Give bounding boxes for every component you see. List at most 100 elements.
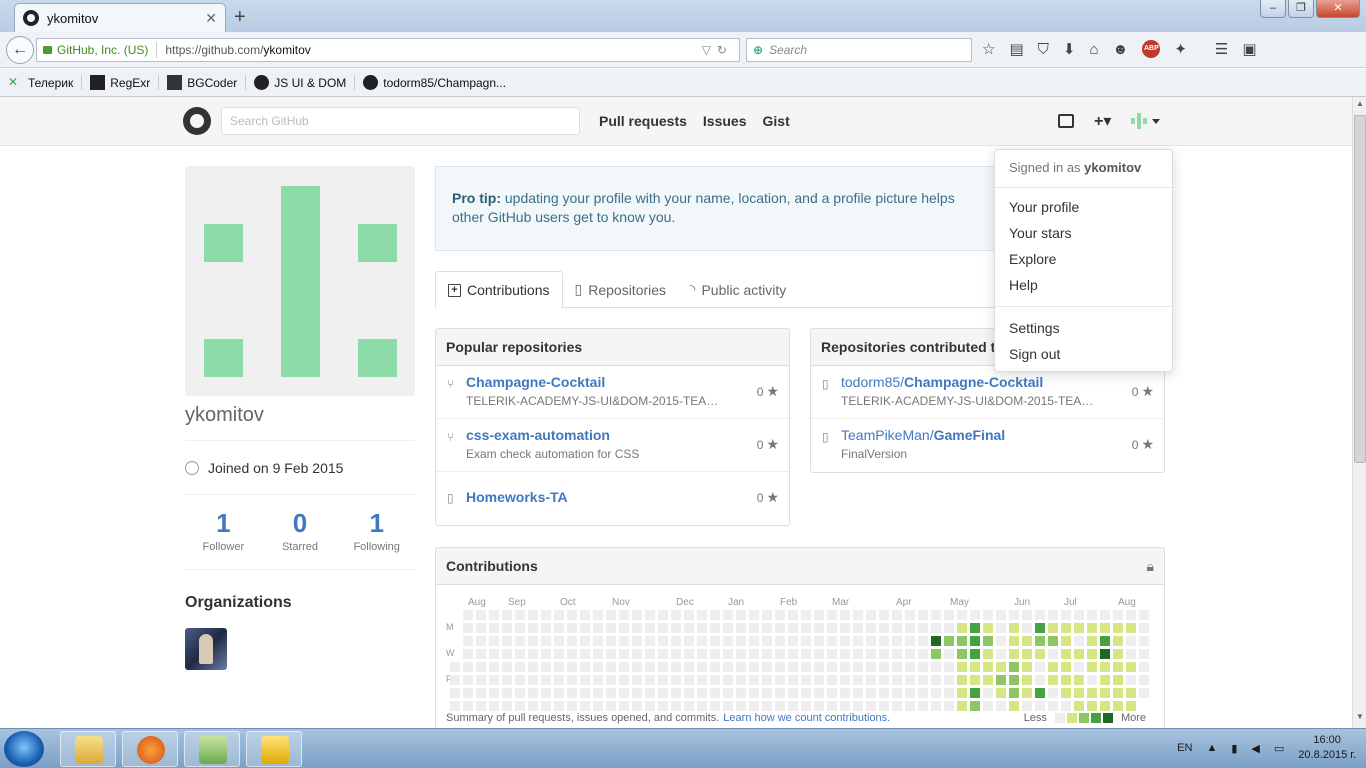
calendar-day-cell[interactable]: [1022, 610, 1032, 620]
calendar-day-cell[interactable]: [749, 610, 759, 620]
calendar-day-cell[interactable]: [710, 701, 720, 711]
calendar-day-cell[interactable]: [1087, 662, 1097, 672]
bookmark-js-ui-dom[interactable]: JS UI & DOM: [254, 75, 356, 90]
calendar-day-cell[interactable]: [450, 688, 460, 698]
calendar-day-cell[interactable]: [788, 610, 798, 620]
bookmark-regexr[interactable]: RegExr: [90, 75, 160, 90]
calendar-day-cell[interactable]: [684, 623, 694, 633]
calendar-day-cell[interactable]: [866, 688, 876, 698]
calendar-day-cell[interactable]: [983, 701, 993, 711]
calendar-day-cell[interactable]: [1087, 649, 1097, 659]
window-close-button[interactable]: ✕: [1316, 0, 1360, 18]
calendar-day-cell[interactable]: [840, 688, 850, 698]
menu-help[interactable]: Help: [995, 272, 1172, 298]
calendar-day-cell[interactable]: [749, 675, 759, 685]
calendar-day-cell[interactable]: [840, 649, 850, 659]
calendar-day-cell[interactable]: [1061, 610, 1071, 620]
calendar-day-cell[interactable]: [788, 662, 798, 672]
calendar-day-cell[interactable]: [1061, 649, 1071, 659]
calendar-day-cell[interactable]: [983, 662, 993, 672]
calendar-day-cell[interactable]: [905, 662, 915, 672]
calendar-day-cell[interactable]: [957, 610, 967, 620]
calendar-day-cell[interactable]: [905, 675, 915, 685]
calendar-day-cell[interactable]: [996, 688, 1006, 698]
calendar-day-cell[interactable]: [1139, 623, 1149, 633]
calendar-day-cell[interactable]: [684, 701, 694, 711]
calendar-day-cell[interactable]: [775, 675, 785, 685]
calendar-day-cell[interactable]: [1035, 688, 1045, 698]
calendar-day-cell[interactable]: [1139, 649, 1149, 659]
calendar-day-cell[interactable]: [1074, 688, 1084, 698]
calendar-day-cell[interactable]: [710, 662, 720, 672]
calendar-day-cell[interactable]: [801, 701, 811, 711]
calendar-day-cell[interactable]: [515, 662, 525, 672]
calendar-day-cell[interactable]: [658, 649, 668, 659]
calendar-day-cell[interactable]: [775, 662, 785, 672]
calendar-day-cell[interactable]: [983, 623, 993, 633]
calendar-day-cell[interactable]: [1126, 610, 1136, 620]
calendar-day-cell[interactable]: [853, 688, 863, 698]
calendar-day-cell[interactable]: [489, 649, 499, 659]
calendar-day-cell[interactable]: [762, 675, 772, 685]
calendar-day-cell[interactable]: [684, 662, 694, 672]
calendar-day-cell[interactable]: [1061, 688, 1071, 698]
calendar-day-cell[interactable]: [1048, 662, 1058, 672]
calendar-day-cell[interactable]: [892, 675, 902, 685]
calendar-day-cell[interactable]: [528, 701, 538, 711]
calendar-day-cell[interactable]: [957, 662, 967, 672]
calendar-day-cell[interactable]: [645, 649, 655, 659]
calendar-day-cell[interactable]: [619, 675, 629, 685]
calendar-day-cell[interactable]: [658, 662, 668, 672]
calendar-day-cell[interactable]: [697, 623, 707, 633]
calendar-day-cell[interactable]: [736, 701, 746, 711]
calendar-day-cell[interactable]: [814, 623, 824, 633]
calendar-day-cell[interactable]: [749, 636, 759, 646]
calendar-day-cell[interactable]: [1022, 701, 1032, 711]
calendar-day-cell[interactable]: [606, 688, 616, 698]
calendar-day-cell[interactable]: [684, 649, 694, 659]
calendar-day-cell[interactable]: [541, 649, 551, 659]
calendar-day-cell[interactable]: [1074, 636, 1084, 646]
scroll-up-icon[interactable]: ▲: [1355, 99, 1365, 113]
calendar-day-cell[interactable]: [957, 688, 967, 698]
calendar-day-cell[interactable]: [931, 610, 941, 620]
calendar-day-cell[interactable]: [619, 701, 629, 711]
taskbar-notepad[interactable]: [184, 731, 240, 767]
calendar-day-cell[interactable]: [554, 701, 564, 711]
calendar-day-cell[interactable]: [1035, 701, 1045, 711]
bookmark-bgcoder[interactable]: BGCoder: [167, 75, 247, 90]
calendar-day-cell[interactable]: [957, 701, 967, 711]
calendar-day-cell[interactable]: [1009, 636, 1019, 646]
calendar-day-cell[interactable]: [645, 675, 655, 685]
calendar-day-cell[interactable]: [1009, 675, 1019, 685]
browser-tab[interactable]: ykomitov ✕: [14, 3, 226, 32]
calendar-day-cell[interactable]: [775, 610, 785, 620]
calendar-day-cell[interactable]: [775, 649, 785, 659]
calendar-day-cell[interactable]: [853, 610, 863, 620]
calendar-day-cell[interactable]: [1035, 610, 1045, 620]
calendar-day-cell[interactable]: [1074, 701, 1084, 711]
calendar-day-cell[interactable]: [502, 701, 512, 711]
calendar-day-cell[interactable]: [840, 675, 850, 685]
calendar-day-cell[interactable]: [866, 701, 876, 711]
calendar-day-cell[interactable]: [710, 675, 720, 685]
calendar-day-cell[interactable]: [541, 610, 551, 620]
calendar-day-cell[interactable]: [463, 688, 473, 698]
calendar-day-cell[interactable]: [892, 623, 902, 633]
smiley-icon[interactable]: ☻: [1113, 41, 1129, 58]
calendar-day-cell[interactable]: [1061, 623, 1071, 633]
calendar-day-cell[interactable]: [1074, 662, 1084, 672]
calendar-day-cell[interactable]: [1087, 675, 1097, 685]
calendar-day-cell[interactable]: [684, 675, 694, 685]
calendar-day-cell[interactable]: [593, 701, 603, 711]
calendar-day-cell[interactable]: [827, 701, 837, 711]
calendar-day-cell[interactable]: [879, 610, 889, 620]
calendar-day-cell[interactable]: [489, 610, 499, 620]
calendar-day-cell[interactable]: [762, 688, 772, 698]
calendar-day-cell[interactable]: [801, 649, 811, 659]
reading-list-icon[interactable]: ▤: [1009, 40, 1023, 58]
calendar-day-cell[interactable]: [840, 636, 850, 646]
calendar-day-cell[interactable]: [593, 623, 603, 633]
calendar-day-cell[interactable]: [1035, 649, 1045, 659]
calendar-day-cell[interactable]: [840, 701, 850, 711]
